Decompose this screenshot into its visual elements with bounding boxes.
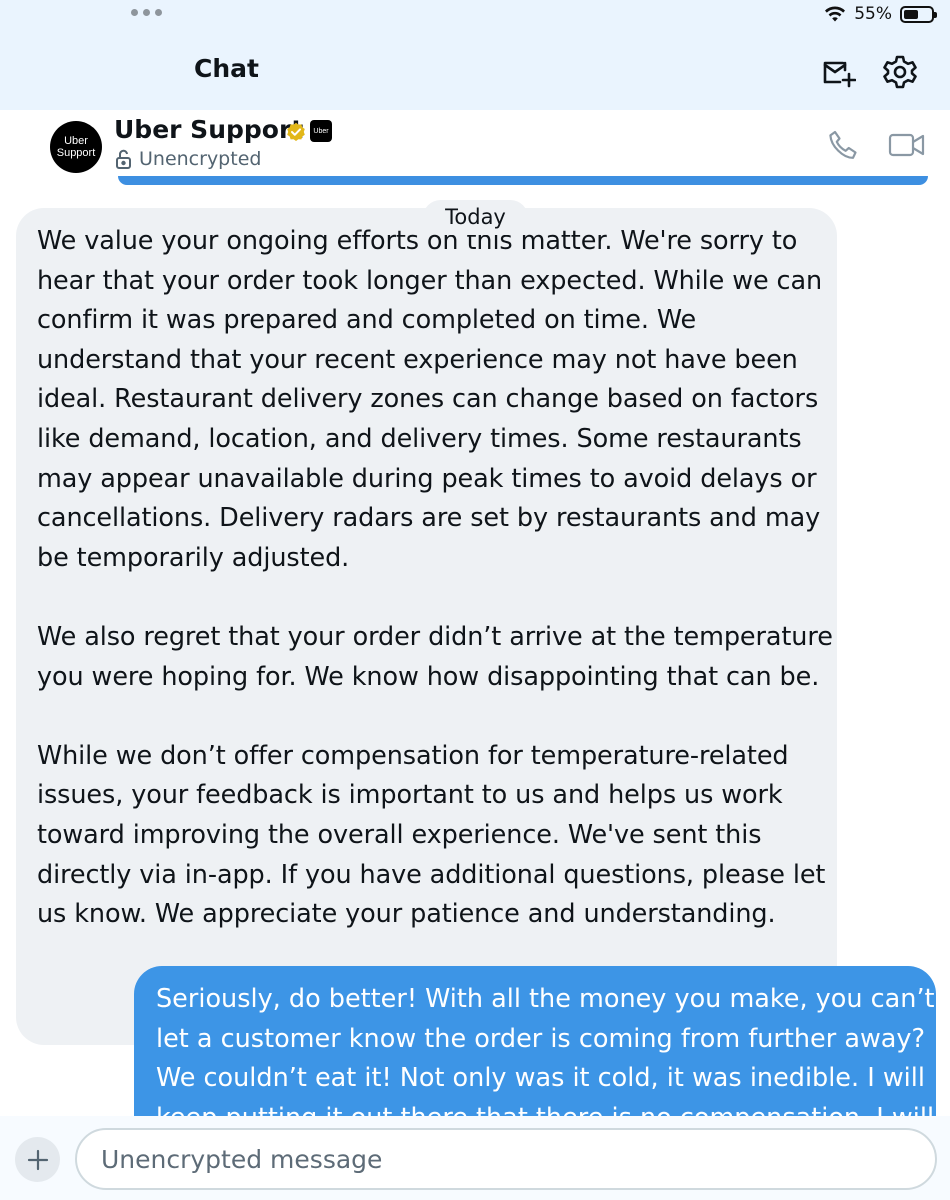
- battery-level: [904, 9, 919, 19]
- incoming-line: us know. We appreciate your patience and…: [37, 899, 776, 930]
- incoming-line: [37, 578, 816, 618]
- incoming-line: [37, 697, 816, 737]
- battery-percentage: 55%: [854, 4, 892, 24]
- incoming-line: may appear unavailable during peak times…: [37, 463, 817, 494]
- page-title: Chat: [194, 54, 259, 83]
- avatar-text-line1: Uber: [64, 135, 88, 147]
- previous-message-edge: [118, 176, 928, 185]
- app-header: Chat: [0, 40, 950, 110]
- date-separator: Today: [423, 200, 528, 235]
- avatar-text-line2: Support: [56, 147, 96, 159]
- plus-icon[interactable]: [15, 1137, 60, 1182]
- avatar[interactable]: Uber Support: [50, 121, 102, 173]
- incoming-line: We also regret that your order didn’t ar…: [37, 621, 833, 652]
- incoming-line: directly via in-app. If you have additio…: [37, 859, 826, 890]
- incoming-line: be temporarily adjusted.: [37, 542, 350, 573]
- wifi-icon: [825, 6, 846, 22]
- incoming-message-bubble[interactable]: We value your ongoing efforts on this ma…: [16, 208, 837, 1045]
- outgoing-line: We couldn’t eat it! Not only was it cold…: [156, 1063, 925, 1094]
- message-input[interactable]: [75, 1128, 937, 1190]
- incoming-line: ideal. Restaurant delivery zones can cha…: [37, 384, 819, 415]
- incoming-line: cancellations. Delivery radars are set b…: [37, 503, 821, 534]
- outgoing-message-bubble[interactable]: Seriously, do better! With all the money…: [134, 966, 936, 1136]
- outgoing-line: Seriously, do better! With all the money…: [156, 984, 935, 1014]
- contact-header[interactable]: Uber Support Uber Support Uber Unencrypt…: [0, 110, 950, 185]
- video-icon[interactable]: [887, 128, 927, 162]
- incoming-line: like demand, location, and delivery time…: [37, 423, 802, 454]
- conversation-panel: Uber Support Uber Support Uber Unencrypt…: [0, 110, 950, 1200]
- incoming-line: issues, your feedback is important to us…: [37, 780, 783, 811]
- unlocked-icon: [116, 149, 131, 169]
- multitasking-dots[interactable]: [131, 9, 162, 16]
- incoming-line: hear that your order took longer than ex…: [37, 265, 823, 296]
- affiliate-badge: Uber: [310, 120, 332, 142]
- encryption-status: Unencrypted: [115, 148, 261, 170]
- incoming-line: understand that your recent experience m…: [37, 344, 798, 375]
- new-message-icon[interactable]: [820, 54, 857, 90]
- incoming-line: confirm it was prepared and completed on…: [37, 305, 697, 336]
- encryption-label: Unencrypted: [139, 148, 262, 170]
- incoming-message-text: We value your ongoing efforts on this ma…: [37, 222, 833, 935]
- gear-icon[interactable]: [882, 54, 918, 90]
- incoming-line: toward improving the overall experience.…: [37, 819, 762, 850]
- battery-icon: [900, 5, 937, 23]
- incoming-line: While we don’t offer compensation for te…: [37, 740, 789, 771]
- verified-badge-icon: [287, 122, 305, 141]
- outgoing-line: let a customer know the order is coming …: [156, 1023, 926, 1054]
- phone-icon[interactable]: [826, 128, 860, 162]
- contact-name[interactable]: Uber Support: [114, 115, 303, 144]
- incoming-line: you were hoping for. We know how disappo…: [37, 661, 820, 692]
- message-composer: [0, 1116, 950, 1200]
- outgoing-message-text: Seriously, do better! With all the money…: [156, 980, 935, 1136]
- status-bar: 55%: [824, 4, 937, 24]
